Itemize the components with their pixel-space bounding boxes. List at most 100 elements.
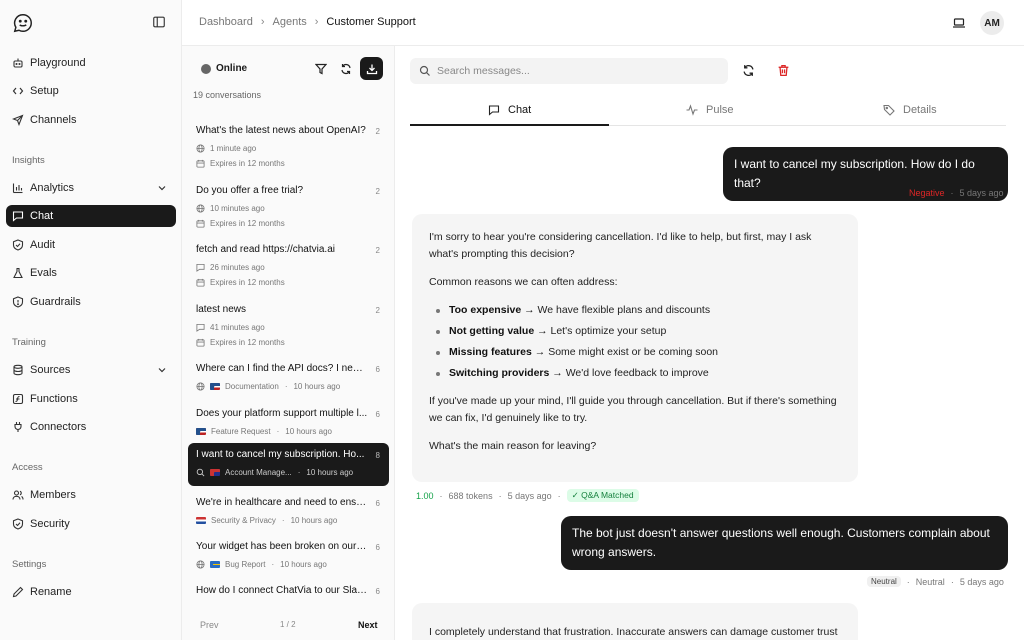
conversation-title: How do I connect ChatVia to our Slac... (196, 585, 368, 596)
chevron-down-icon[interactable] (156, 182, 168, 194)
expires-label: Expires in 12 months (210, 218, 285, 228)
nav-connectors[interactable]: Connectors (6, 416, 176, 438)
filter-icon[interactable] (315, 63, 327, 75)
conversation-title: Does your platform support multiple l... (196, 408, 368, 419)
laptop-icon[interactable] (952, 16, 966, 30)
section-access: Access (12, 462, 43, 473)
sidebar: Playground Setup Channels Insights Analy… (0, 0, 182, 640)
users-icon (12, 489, 24, 501)
tab-details[interactable]: Details (883, 104, 937, 116)
conversation-item[interactable]: Where can I find the API docs? I need...… (188, 357, 389, 397)
refresh-icon[interactable] (340, 63, 352, 75)
conversation-item[interactable]: fetch and read https://chatvia.ai 2 26 m… (188, 238, 389, 293)
flask-icon (12, 267, 24, 279)
sentiment-badge: Neutral (867, 576, 901, 587)
smiley-logo-icon[interactable] (12, 12, 34, 34)
qa-matched-badge[interactable]: ✓ Q&A Matched (566, 489, 639, 502)
plug-icon (12, 421, 24, 433)
function-icon (12, 393, 24, 405)
message-square-icon (196, 263, 205, 272)
nav-rename[interactable]: Rename (6, 581, 176, 603)
nav-label: Setup (30, 85, 59, 97)
nav-chat[interactable]: Chat (6, 205, 176, 227)
shield-alert-icon (12, 296, 24, 308)
nav-channels[interactable]: Channels (6, 109, 176, 131)
us-flag-icon (210, 382, 220, 390)
bot-message: I'm sorry to hear you're considering can… (412, 214, 858, 482)
nav-analytics[interactable]: Analytics (6, 177, 176, 199)
conversation-item[interactable]: latest news 2 41 minutes ago Expires in … (188, 298, 389, 353)
tab-pulse[interactable]: Pulse (686, 104, 734, 116)
online-status[interactable]: Online (201, 63, 247, 74)
message-count: 6 (375, 410, 380, 419)
nav-label: Functions (30, 393, 78, 405)
au-flag-icon (210, 468, 220, 476)
prev-button[interactable]: Prev (200, 620, 219, 630)
conversation-time: 10 hours ago (280, 559, 327, 569)
bot-paragraph: What's the main reason for leaving? (429, 440, 597, 452)
code-icon (12, 85, 24, 97)
nav-sources[interactable]: Sources (6, 359, 176, 381)
conversation-tag: Feature Request (211, 426, 271, 436)
search-icon (419, 65, 430, 76)
conversation-item[interactable]: Do you offer a free trial? 2 10 minutes … (188, 179, 389, 234)
conversation-title: Your widget has been broken on our s... (196, 541, 368, 552)
nav-label: Audit (30, 239, 56, 251)
nav-setup[interactable]: Setup (6, 80, 176, 102)
nav-members[interactable]: Members (6, 484, 176, 506)
nav-label: Guardrails (30, 296, 81, 308)
nav-playground[interactable]: Playground (6, 52, 176, 74)
breadcrumb-dashboard[interactable]: Dashboard (199, 16, 253, 28)
trash-icon[interactable] (777, 64, 790, 77)
conversation-title: I want to cancel my subscription. Ho... (196, 449, 365, 460)
message-time: 5 days ago (507, 490, 552, 501)
conversation-item[interactable]: Does your platform support multiple l...… (188, 402, 389, 442)
breadcrumb-agents[interactable]: Agents (273, 16, 307, 28)
next-button[interactable]: Next (358, 620, 378, 630)
conversation-item[interactable]: How do I connect ChatVia to our Slac... … (188, 579, 389, 601)
conversation-title: latest news (196, 304, 247, 315)
conversation-item[interactable]: Your widget has been broken on our s... … (188, 535, 389, 575)
breadcrumb: Dashboard › Agents › Customer Support (199, 16, 416, 28)
user-avatar[interactable]: AM (980, 11, 1004, 35)
search-input[interactable] (437, 65, 717, 77)
conversation-item[interactable]: What's the latest news about OpenAI? 2 1… (188, 119, 389, 174)
bar-chart-icon (12, 182, 24, 194)
search-icon (196, 468, 205, 477)
expires-label: Expires in 12 months (210, 277, 285, 287)
conversation-time: 10 hours ago (285, 426, 332, 436)
confidence-score: 1.00 (416, 490, 434, 501)
sidebar-toggle-icon[interactable] (152, 15, 166, 29)
status-dot (201, 63, 211, 74)
bot-paragraph: I'm sorry to hear you're considering can… (429, 231, 812, 260)
chevron-down-icon[interactable] (156, 364, 168, 376)
tab-chat[interactable]: Chat (488, 104, 531, 116)
expires-label: Expires in 12 months (210, 158, 285, 168)
nav-label: Sources (30, 364, 71, 376)
database-icon (12, 364, 24, 376)
conversation-time: 26 minutes ago (210, 262, 265, 272)
refresh-icon[interactable] (742, 64, 755, 77)
conversation-item[interactable]: We're in healthcare and need to ensu... … (188, 491, 389, 531)
bot-icon (12, 57, 24, 69)
top-header: Dashboard › Agents › Customer Support AM (182, 0, 1024, 46)
conversation-title: What's the latest news about OpenAI? (196, 125, 366, 136)
message-count: 2 (375, 246, 380, 255)
message-count: 6 (375, 587, 380, 596)
conversation-item-selected[interactable]: I want to cancel my subscription. Ho... … (188, 443, 389, 486)
globe-icon (196, 143, 205, 153)
nav-functions[interactable]: Functions (6, 388, 176, 410)
nav-security[interactable]: Security (6, 513, 176, 535)
nav-audit[interactable]: Audit (6, 234, 176, 256)
conversation-title: Do you offer a free trial? (196, 185, 304, 196)
tab-label: Pulse (706, 104, 734, 116)
download-button[interactable] (360, 57, 383, 80)
message-search[interactable] (410, 58, 728, 84)
nav-guardrails[interactable]: Guardrails (6, 291, 176, 313)
nav-evals[interactable]: Evals (6, 262, 176, 284)
tab-label: Chat (508, 104, 532, 116)
globe-icon (196, 381, 205, 391)
bot-paragraph: I completely understand that frustration… (429, 626, 838, 638)
chevron-right-icon: › (314, 16, 319, 28)
list-item: Not getting value → Let's optimize your … (429, 323, 841, 340)
